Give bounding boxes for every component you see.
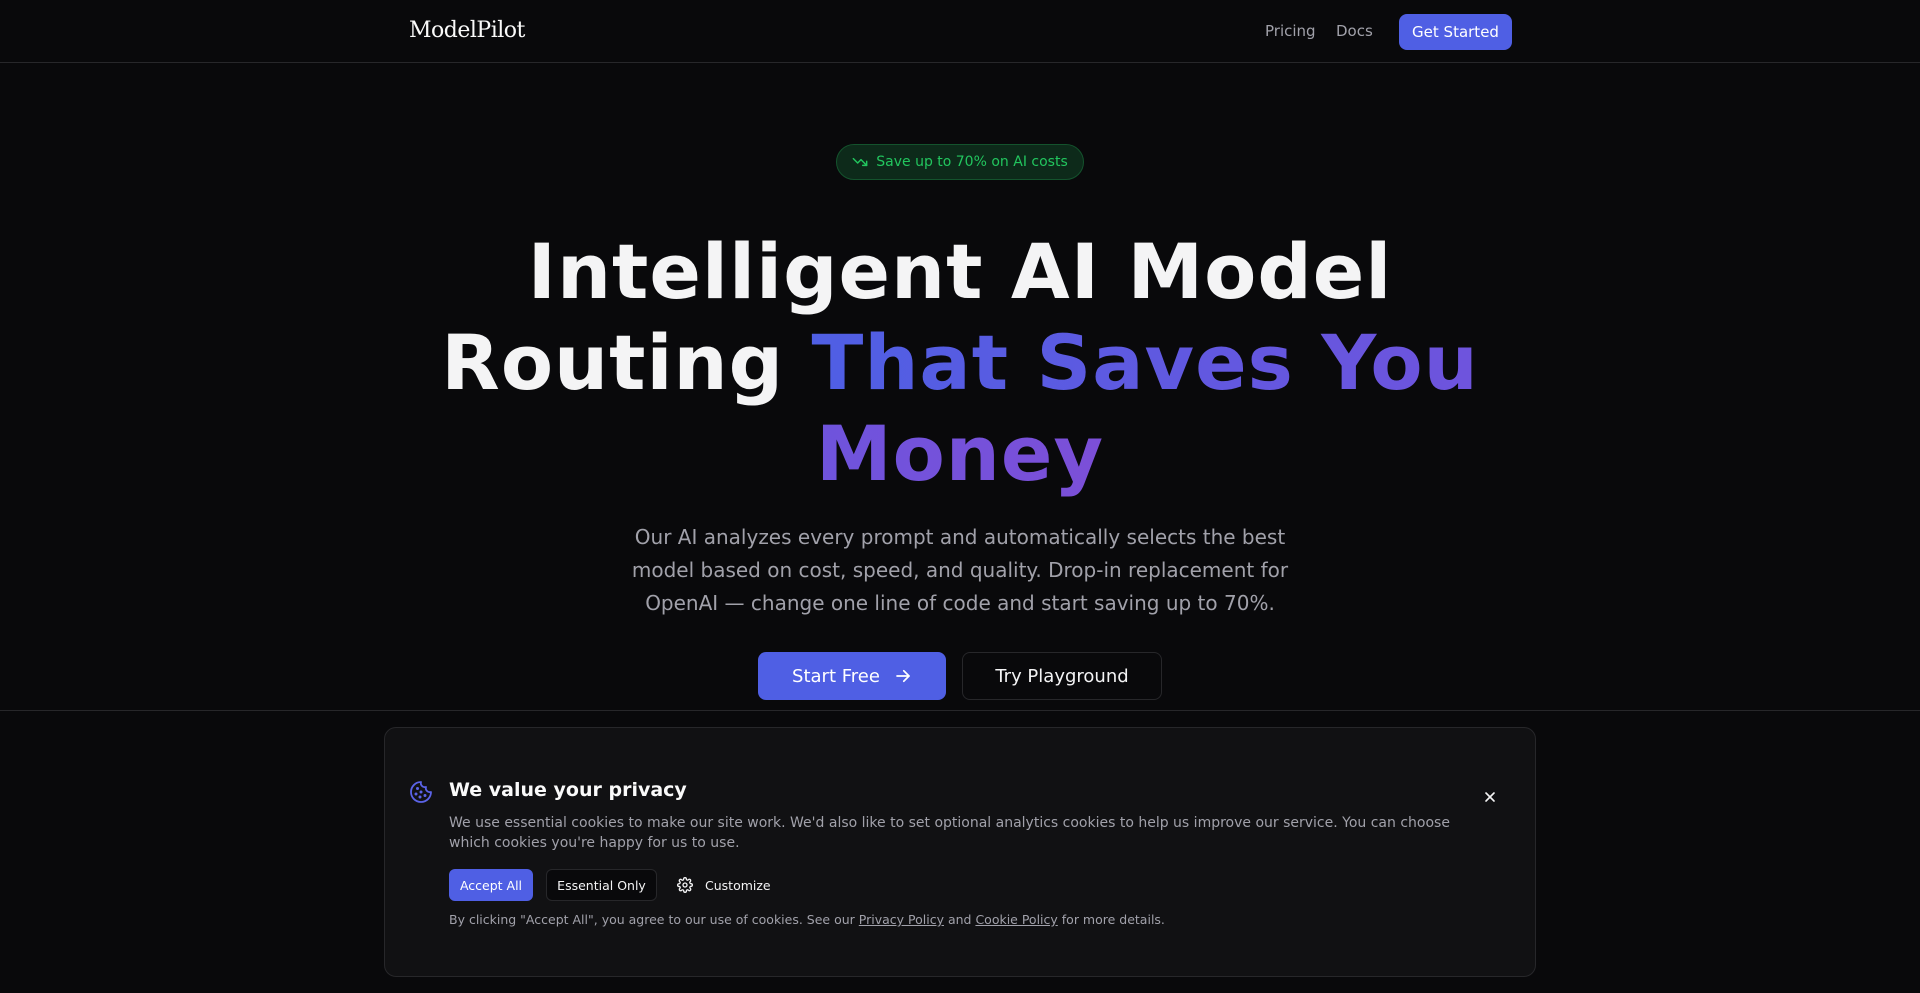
cookie-description: We use essential cookies to make our sit… [449, 815, 1450, 851]
try-playground-button[interactable]: Try Playground [962, 652, 1162, 700]
gear-icon [677, 877, 693, 893]
start-free-label: Start Free [792, 665, 880, 687]
essential-only-button[interactable]: Essential Only [546, 869, 657, 901]
get-started-button[interactable]: Get Started [1399, 14, 1512, 50]
close-icon [1485, 792, 1495, 802]
accept-all-button[interactable]: Accept All [449, 869, 533, 901]
savings-badge-label: Save up to 70% on AI costs [876, 154, 1068, 170]
customize-label: Customize [705, 877, 771, 893]
cookie-footer-pre: By clicking "Accept All", you agree to o… [449, 912, 859, 927]
privacy-policy-link[interactable]: Privacy Policy [859, 912, 944, 927]
savings-badge: Save up to 70% on AI costs [836, 144, 1084, 180]
hero-subtitle: Our AI analyzes every prompt and automat… [631, 525, 1289, 615]
cookie-banner: We value your privacy We use essential c… [384, 727, 1536, 977]
nav-link-docs[interactable]: Docs [1336, 22, 1373, 40]
hero-title: Intelligent AI Model Routing That Saves … [360, 226, 1560, 499]
cookie-footer-post: for more details. [1057, 912, 1165, 927]
start-free-button[interactable]: Start Free [758, 652, 946, 700]
hero-title-highlight: That Saves You Money [811, 318, 1479, 498]
trending-down-icon [852, 157, 868, 167]
brand-logo[interactable]: ModelPilot [409, 18, 525, 43]
section-divider [0, 710, 1920, 711]
top-nav: ModelPilot Pricing Docs Get Started [0, 0, 1920, 63]
customize-button[interactable]: Customize [669, 869, 779, 901]
cookie-footer: By clicking "Accept All", you agree to o… [449, 912, 1165, 927]
cookie-icon [410, 781, 432, 803]
nav-link-pricing[interactable]: Pricing [1265, 22, 1316, 40]
arrow-right-icon [896, 669, 910, 683]
cookie-title: We value your privacy [449, 779, 687, 801]
cookie-footer-and: and [943, 912, 976, 927]
cookie-policy-link[interactable]: Cookie Policy [975, 912, 1057, 927]
close-cookie-button[interactable] [1480, 787, 1500, 807]
